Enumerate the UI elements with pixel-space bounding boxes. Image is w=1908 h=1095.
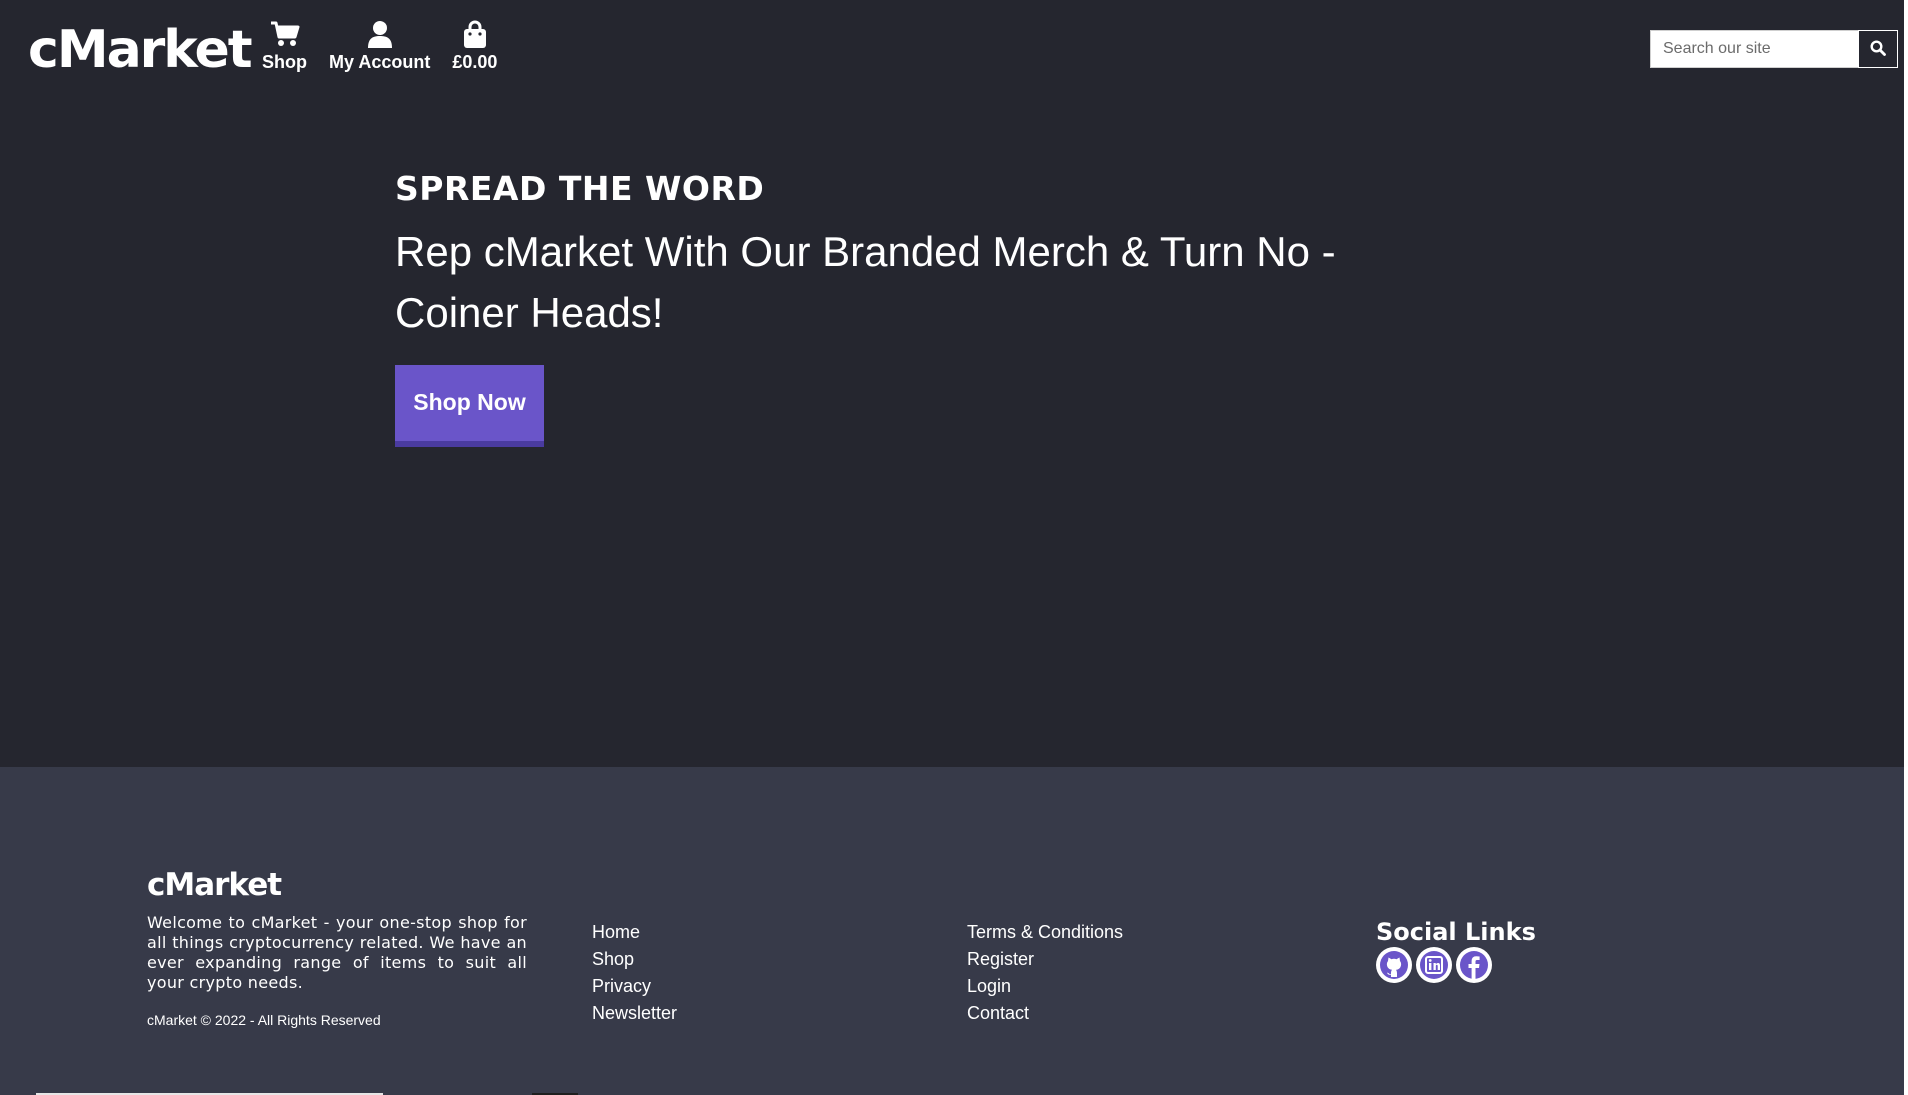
footer-link-register[interactable]: Register bbox=[967, 949, 1034, 969]
list-item: Register bbox=[967, 946, 1123, 973]
hero-heading: Rep cMarket With Our Branded Merch & Tur… bbox=[395, 228, 1336, 336]
nav-my-account-label: My Account bbox=[329, 52, 431, 72]
footer-link-login[interactable]: Login bbox=[967, 976, 1011, 996]
site-logo[interactable]: cMarket bbox=[28, 18, 253, 82]
footer-link-home[interactable]: Home bbox=[592, 922, 640, 942]
footer-link-newsletter[interactable]: Newsletter bbox=[592, 1003, 677, 1023]
list-item: Login bbox=[967, 973, 1123, 1000]
footer-link-shop[interactable]: Shop bbox=[592, 949, 634, 969]
nav-basket[interactable]: £0.00 bbox=[452, 18, 497, 73]
facebook-icon[interactable] bbox=[1456, 947, 1492, 983]
social-links: Social Links bbox=[1376, 917, 1536, 983]
footer-link-terms[interactable]: Terms & Conditions bbox=[967, 922, 1123, 942]
user-icon bbox=[367, 18, 393, 48]
footer-link-privacy[interactable]: Privacy bbox=[592, 976, 651, 996]
footer-links-secondary: Terms & Conditions Register Login Contac… bbox=[967, 919, 1123, 1027]
vertical-scrollbar-track[interactable] bbox=[1904, 0, 1908, 1095]
list-item: Privacy bbox=[592, 973, 677, 1000]
site-header: cMarket Shop My Account £0.00 Search our… bbox=[0, 0, 1904, 100]
footer-copyright: cMarket © 2022 - All Rights Reserved bbox=[147, 1012, 381, 1028]
list-item: Terms & Conditions bbox=[967, 919, 1123, 946]
list-item: Contact bbox=[967, 1000, 1123, 1027]
footer-link-contact[interactable]: Contact bbox=[967, 1003, 1029, 1023]
search-form bbox=[1650, 30, 1898, 68]
bag-icon bbox=[463, 18, 487, 48]
main-nav: Shop My Account £0.00 bbox=[262, 18, 497, 73]
search-input[interactable] bbox=[1650, 30, 1858, 68]
social-links-title: Social Links bbox=[1376, 918, 1536, 946]
list-item: Newsletter bbox=[592, 1000, 677, 1027]
social-icons bbox=[1376, 947, 1536, 983]
nav-basket-total: £0.00 bbox=[452, 52, 498, 72]
github-icon[interactable] bbox=[1376, 947, 1412, 983]
linkedin-icon[interactable] bbox=[1416, 947, 1452, 983]
list-item: Home bbox=[592, 919, 677, 946]
footer-links-primary: Home Shop Privacy Newsletter bbox=[592, 919, 677, 1027]
shop-now-button[interactable]: Shop Now bbox=[395, 365, 544, 447]
nav-shop[interactable]: Shop bbox=[262, 18, 307, 73]
page: cMarket Shop My Account £0.00 Search our… bbox=[0, 0, 1904, 1095]
footer-logo: cMarket bbox=[147, 867, 282, 903]
site-footer: cMarket Welcome to cMarket - your one-st… bbox=[0, 767, 1904, 1095]
nav-my-account[interactable]: My Account bbox=[329, 18, 430, 73]
footer-about-text: Welcome to cMarket - your one-stop shop … bbox=[147, 913, 527, 992]
list-item: Shop bbox=[592, 946, 677, 973]
hero-section: SPREAD THE WORD Rep cMarket With Our Bra… bbox=[395, 165, 1495, 447]
search-icon bbox=[1870, 39, 1886, 59]
cart-icon bbox=[270, 18, 300, 48]
hero-eyebrow: SPREAD THE WORD bbox=[395, 169, 765, 208]
search-button[interactable] bbox=[1858, 30, 1898, 68]
nav-shop-label: Shop bbox=[262, 52, 307, 72]
